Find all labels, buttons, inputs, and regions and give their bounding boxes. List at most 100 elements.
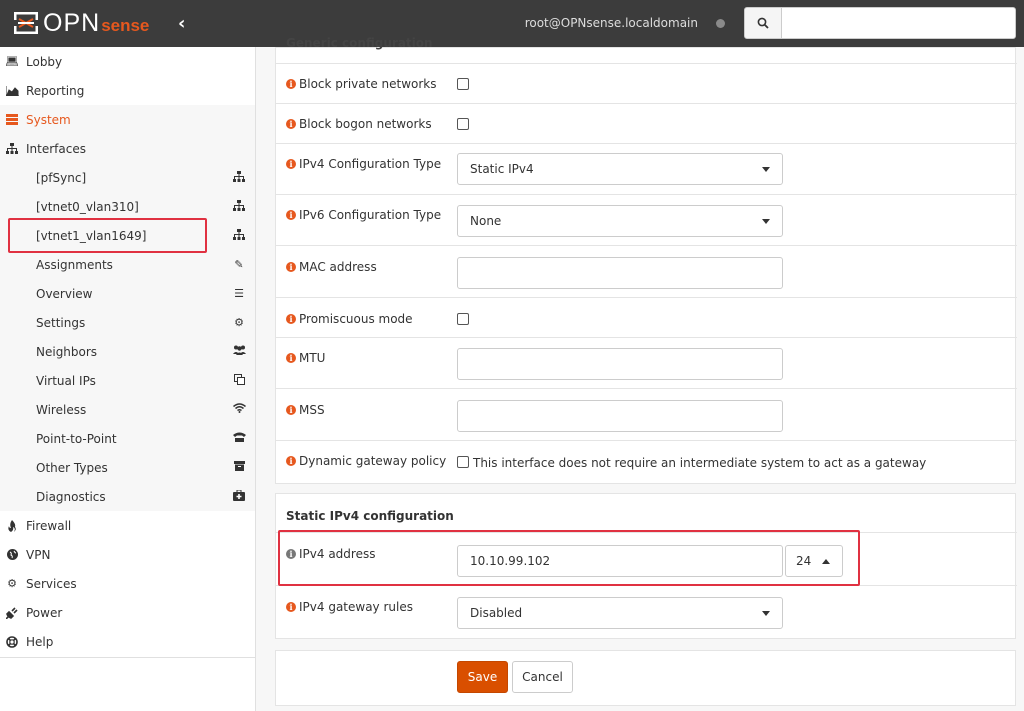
field-label: i IPv4 Configuration Type [286, 157, 441, 171]
static-ipv4-panel: Static IPv4 configuration i IPv4 address… [275, 493, 1017, 639]
ipv4-type-select[interactable]: Static IPv4 [457, 153, 783, 185]
opnsense-logo[interactable]: OPN sense [13, 9, 149, 37]
section-title-static-ipv4: Static IPv4 configuration [286, 509, 454, 523]
row-dynamic-gateway: i Dynamic gateway policy This interface … [276, 440, 1017, 485]
user-label[interactable]: root@OPNsense.localdomain [525, 16, 698, 30]
info-icon[interactable]: i [286, 119, 296, 129]
sidebar-item-label: [vtnet1_vlan1649] [36, 228, 147, 243]
sidebar-item-point-to-point[interactable]: Point-to-Point [0, 424, 255, 453]
mss-input[interactable] [457, 400, 783, 432]
info-icon[interactable]: i [286, 159, 296, 169]
sidebar-item-label: Power [26, 605, 63, 620]
dynamic-gateway-checkbox[interactable] [457, 456, 469, 468]
sidebar-item-settings[interactable]: Settings ⚙ [0, 308, 255, 337]
sidebar-item-vpn[interactable]: VPN [0, 540, 255, 569]
globe-icon [5, 549, 19, 560]
form-actions-panel: Save Cancel [275, 650, 1016, 706]
caret-up-icon [822, 559, 830, 564]
row-mss: i MSS [276, 388, 1017, 440]
row-block-private: i Block private networks [276, 63, 1017, 103]
collapse-sidebar-icon[interactable]: ‹ [178, 13, 185, 34]
sidebar: 💻︎ Lobby Reporting System Interfaces [pf… [0, 47, 256, 711]
row-ipv4-type: i IPv4 Configuration Type Static IPv4 [276, 143, 1017, 194]
sidebar-item-label: [vtnet0_vlan310] [36, 199, 139, 214]
pencil-icon: ✎ [234, 258, 244, 271]
info-icon[interactable]: i [286, 549, 296, 559]
promiscuous-checkbox[interactable] [457, 313, 469, 325]
sidebar-item-label: Help [26, 634, 54, 649]
search-input[interactable] [781, 7, 1016, 39]
sidebar-item-pfsync[interactable]: [pfSync] [0, 163, 255, 192]
sitemap-icon [232, 199, 246, 214]
archive-icon [232, 461, 246, 474]
sidebar-item-virtual-ips[interactable]: Virtual IPs [0, 366, 255, 395]
caret-down-icon [762, 167, 770, 172]
info-icon[interactable]: i [286, 314, 296, 324]
row-mac-address: i MAC address [276, 245, 1017, 297]
ipv4-gateway-rules-select[interactable]: Disabled [457, 597, 783, 629]
sidebar-item-label: Neighbors [36, 344, 98, 359]
info-icon[interactable]: i [286, 353, 296, 363]
sidebar-item-vtnet1-vlan1649[interactable]: [vtnet1_vlan1649] [0, 221, 255, 250]
mtu-input[interactable] [457, 348, 783, 380]
sidebar-item-label: VPN [26, 547, 51, 562]
caret-down-icon [762, 611, 770, 616]
row-mtu: i MTU [276, 337, 1017, 388]
cancel-button[interactable]: Cancel [512, 661, 573, 693]
ipv4-cidr-select[interactable]: 24 [785, 545, 843, 577]
info-icon[interactable]: i [286, 405, 296, 415]
tty-icon [232, 432, 246, 445]
sidebar-item-diagnostics[interactable]: Diagnostics [0, 482, 255, 511]
sidebar-item-label: Overview [36, 286, 93, 301]
sidebar-divider [0, 657, 255, 658]
sidebar-item-lobby[interactable]: 💻︎ Lobby [0, 47, 255, 76]
tasks-icon: ☰ [234, 287, 244, 300]
save-button[interactable]: Save [457, 661, 508, 693]
sidebar-item-interfaces[interactable]: Interfaces [0, 134, 255, 163]
top-navbar: OPN sense ‹ root@OPNsense.localdomain [0, 0, 1024, 47]
row-ipv6-type: i IPv6 Configuration Type None [276, 194, 1017, 245]
wifi-icon [232, 403, 246, 416]
ipv6-type-select[interactable]: None [457, 205, 783, 237]
sidebar-item-help[interactable]: Help [0, 627, 255, 656]
sidebar-item-label: System [26, 112, 71, 127]
sidebar-item-firewall[interactable]: Firewall [0, 511, 255, 540]
block-bogon-checkbox[interactable] [457, 118, 469, 130]
info-icon[interactable]: i [286, 602, 296, 612]
ipv4-address-input[interactable] [457, 545, 783, 577]
row-block-bogon: i Block bogon networks [276, 103, 1017, 143]
info-icon[interactable]: i [286, 262, 296, 272]
sitemap-icon [232, 170, 246, 185]
field-label: i Block private networks [286, 77, 437, 91]
sidebar-item-system[interactable]: System [0, 105, 255, 134]
info-icon[interactable]: i [286, 456, 296, 466]
clone-icon [232, 373, 246, 388]
block-private-checkbox[interactable] [457, 78, 469, 90]
sidebar-item-reporting[interactable]: Reporting [0, 76, 255, 105]
sidebar-item-label: Other Types [36, 460, 108, 475]
mac-address-input[interactable] [457, 257, 783, 289]
sidebar-item-vtnet0-vlan310[interactable]: [vtnet0_vlan310] [0, 192, 255, 221]
sidebar-item-power[interactable]: Power [0, 598, 255, 627]
sidebar-item-label: Lobby [26, 54, 63, 69]
dynamic-gateway-text: This interface does not require an inter… [473, 456, 927, 470]
sidebar-item-label: Interfaces [26, 141, 86, 156]
interfaces-submenu: [pfSync] [vtnet0_vlan310] [vtnet1_vlan16… [0, 163, 255, 511]
sidebar-item-neighbors[interactable]: Neighbors [0, 337, 255, 366]
sidebar-item-label: Services [26, 576, 77, 591]
status-indicator [716, 19, 725, 28]
brand-sense: sense [101, 16, 150, 35]
info-icon[interactable]: i [286, 79, 296, 89]
sidebar-item-assignments[interactable]: Assignments ✎ [0, 250, 255, 279]
sidebar-item-label: Virtual IPs [36, 373, 96, 388]
info-icon[interactable]: i [286, 210, 296, 220]
sidebar-item-overview[interactable]: Overview ☰ [0, 279, 255, 308]
sidebar-item-wireless[interactable]: Wireless [0, 395, 255, 424]
row-ipv4-address: i IPv4 address 24 [276, 532, 1017, 585]
section-title-generic: Generic configuration [286, 36, 433, 50]
sitemap-icon [5, 143, 19, 154]
search-button[interactable] [744, 7, 782, 39]
panel-gap [275, 485, 1016, 493]
sidebar-item-other-types[interactable]: Other Types [0, 453, 255, 482]
sidebar-item-services[interactable]: ⚙ Services [0, 569, 255, 598]
